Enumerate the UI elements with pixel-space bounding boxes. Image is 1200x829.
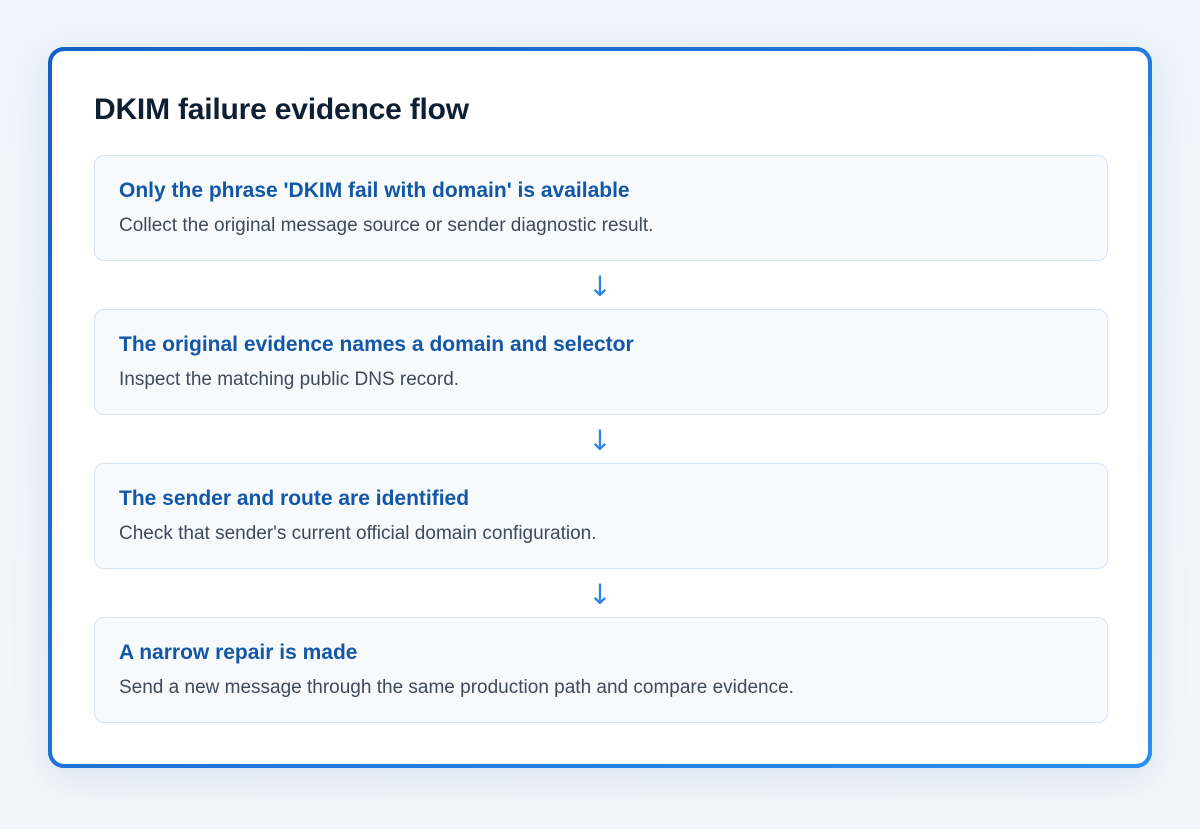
flow-step-3: The sender and route are identified Chec… bbox=[94, 463, 1108, 569]
arrow-down-icon: ↓ bbox=[588, 578, 612, 611]
step-heading: The original evidence names a domain and… bbox=[119, 333, 634, 356]
step-body: Check that sender's current official dom… bbox=[119, 523, 597, 544]
step-heading: A narrow repair is made bbox=[119, 641, 358, 664]
step-body: Send a new message through the same prod… bbox=[119, 677, 794, 698]
step-body: Inspect the matching public DNS record. bbox=[119, 369, 460, 390]
flow-step-1: Only the phrase 'DKIM fail with domain' … bbox=[94, 155, 1108, 261]
flow-card: DKIM failure evidence flow Only the phra… bbox=[48, 47, 1152, 768]
flow-title: DKIM failure evidence flow bbox=[94, 93, 469, 126]
arrow-down-icon: ↓ bbox=[588, 424, 612, 457]
flow-step-4: A narrow repair is made Send a new messa… bbox=[94, 617, 1108, 723]
step-heading: The sender and route are identified bbox=[119, 487, 470, 510]
step-body: Collect the original message source or s… bbox=[119, 215, 654, 236]
flow-step-2: The original evidence names a domain and… bbox=[94, 309, 1108, 415]
step-heading: Only the phrase 'DKIM fail with domain' … bbox=[119, 179, 630, 202]
arrow-down-icon: ↓ bbox=[588, 270, 612, 303]
